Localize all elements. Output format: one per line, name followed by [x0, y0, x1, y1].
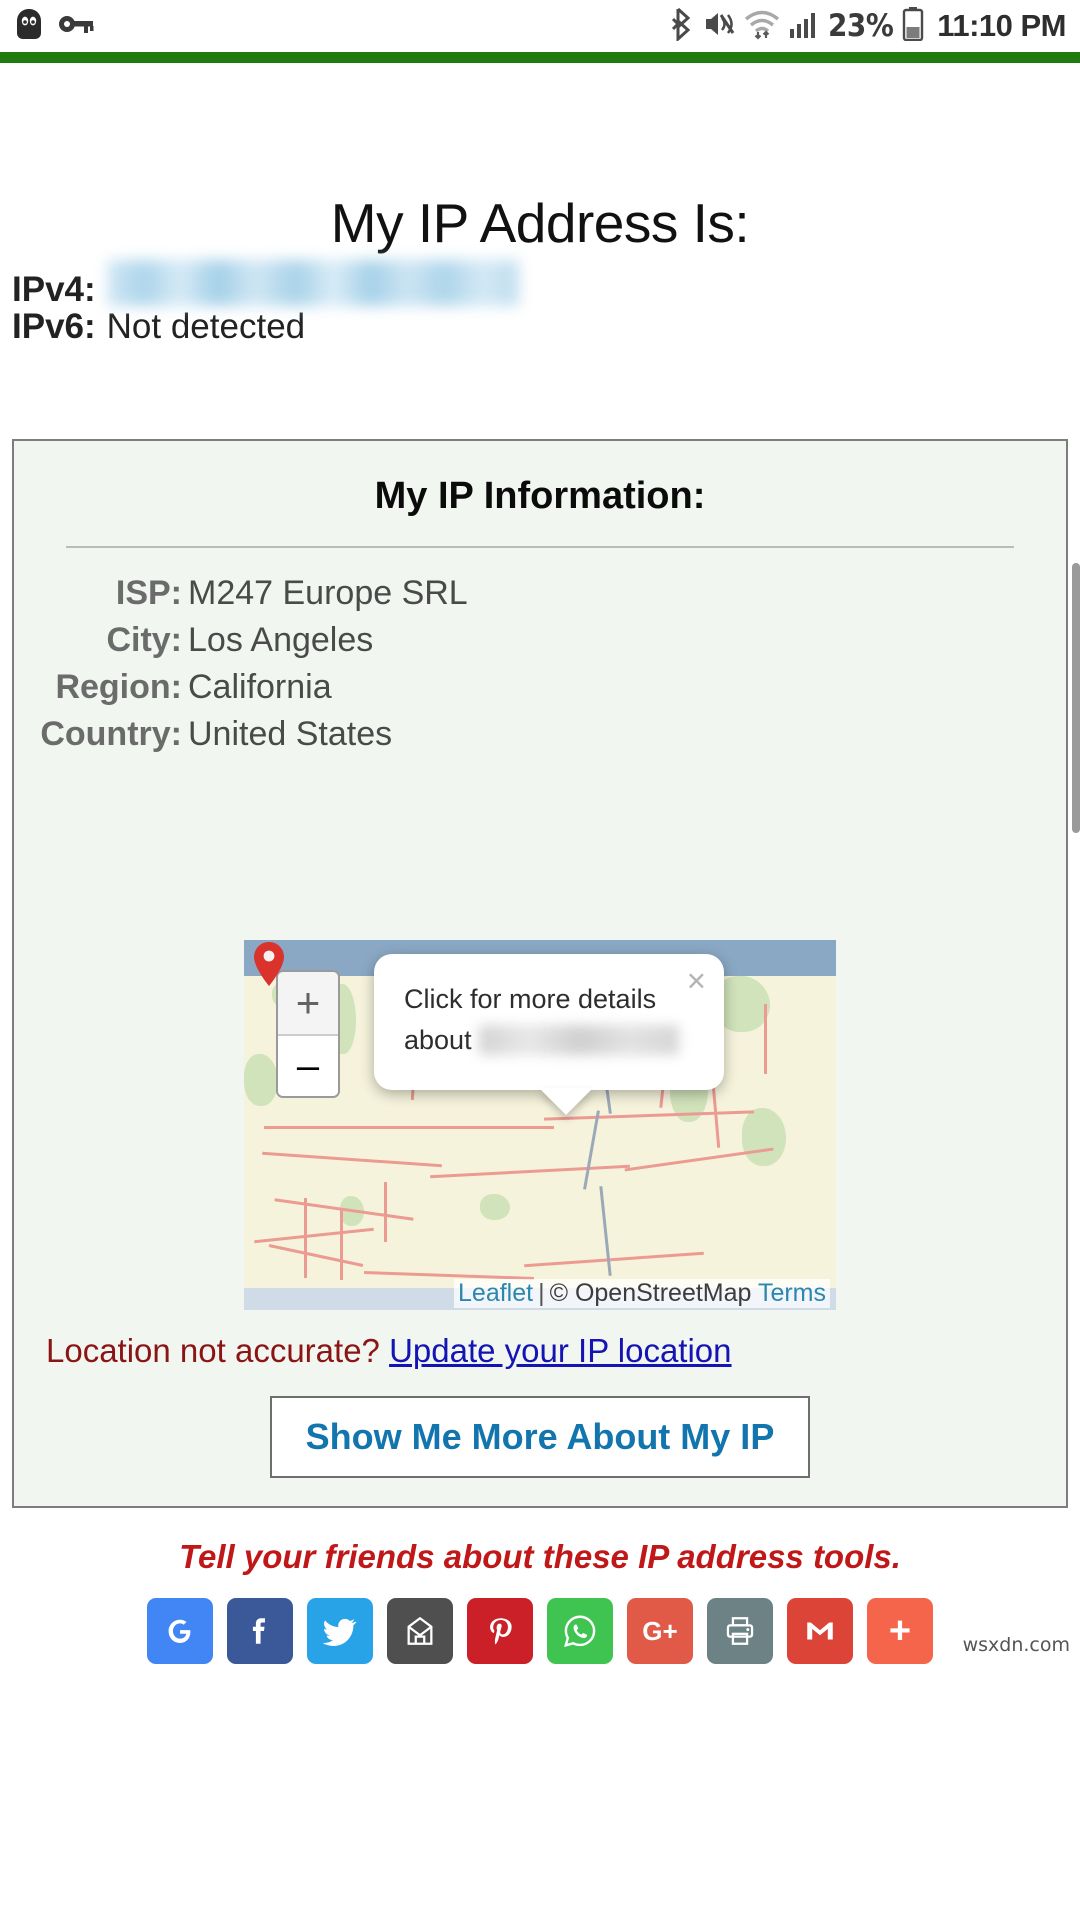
more-share-icon[interactable]: + — [867, 1598, 933, 1664]
mailto-share-icon[interactable] — [387, 1598, 453, 1664]
vpn-key-icon — [58, 12, 94, 41]
map-boundary-line — [583, 1110, 600, 1190]
region-value: California — [188, 668, 332, 706]
location-pin-icon — [254, 942, 284, 986]
page-title: My IP Address Is: — [330, 192, 750, 254]
map-zoom-controls[interactable]: + – — [276, 970, 340, 1098]
cyberghost-vpn-icon — [14, 8, 44, 45]
location-accuracy-prompt: Location not accurate? Update your IP lo… — [38, 1332, 1042, 1370]
leaflet-map[interactable]: + – × Click for more details about Leafl… — [244, 940, 836, 1310]
map-green-area — [244, 1054, 278, 1106]
map-road — [764, 1004, 767, 1074]
popup-ip-redacted — [479, 1025, 680, 1056]
share-button-row: G+ + — [0, 1598, 1080, 1664]
status-bar-left-icons — [14, 8, 94, 45]
map-attribution: Leaflet | © OpenStreetMap Terms — [454, 1279, 830, 1308]
ipv6-row: IPv6: Not detected — [12, 307, 1080, 359]
popup-about-label: about — [404, 1025, 472, 1056]
table-row: Region: California — [38, 668, 1042, 715]
map-road — [384, 1182, 387, 1242]
google-plus-share-icon[interactable]: G+ — [627, 1598, 693, 1664]
twitter-share-icon[interactable] — [307, 1598, 373, 1664]
card-heading: My IP Information: — [374, 475, 706, 517]
card-divider — [66, 546, 1014, 548]
table-row: ISP: M247 Europe SRL — [38, 574, 1042, 621]
not-accurate-label: Location not accurate? — [46, 1332, 380, 1369]
clock-label: 11:10 PM — [937, 8, 1066, 43]
popup-text-line1: Click for more details — [404, 984, 657, 1014]
map-road — [524, 1251, 704, 1268]
green-accent-bar — [0, 52, 1080, 63]
terms-link[interactable]: Terms — [758, 1279, 826, 1307]
google-search-share-icon[interactable] — [147, 1598, 213, 1664]
map-road — [304, 1198, 307, 1278]
city-value: Los Angeles — [188, 621, 374, 659]
popup-text-line2: about — [404, 1019, 694, 1060]
close-icon[interactable]: × — [687, 964, 706, 997]
map-road — [254, 1227, 374, 1244]
facebook-share-icon[interactable] — [227, 1598, 293, 1664]
site-watermark: wsxdn.com — [962, 1634, 1070, 1656]
pinterest-share-icon[interactable] — [467, 1598, 533, 1664]
ipv4-label: IPv4: — [12, 270, 96, 309]
update-ip-location-link[interactable]: Update your IP location — [389, 1332, 731, 1369]
table-row: Country: United States — [38, 715, 1042, 762]
battery-percent-label: 23% — [828, 8, 894, 44]
map-boundary-line — [599, 1186, 612, 1276]
leaflet-link[interactable]: Leaflet — [458, 1279, 533, 1307]
map-road — [430, 1164, 630, 1179]
attribution-separator: | — [538, 1279, 545, 1307]
map-green-area — [480, 1194, 510, 1220]
zoom-in-button[interactable]: + — [278, 972, 338, 1034]
isp-label: ISP: — [115, 574, 182, 612]
map-road — [262, 1151, 442, 1168]
country-value: United States — [188, 715, 393, 753]
osm-credit: © OpenStreetMap — [549, 1279, 752, 1307]
print-share-icon[interactable] — [707, 1598, 773, 1664]
ipv4-row: IPv4: — [12, 255, 1080, 309]
ipv4-value-redacted — [106, 260, 519, 306]
ipv6-label: IPv6: — [12, 307, 96, 346]
wifi-icon — [744, 8, 780, 45]
gmail-share-icon[interactable] — [787, 1598, 853, 1664]
show-more-about-my-ip-button[interactable]: Show Me More About My IP — [269, 1396, 811, 1478]
more-share-label: + — [888, 1609, 912, 1652]
map-road — [340, 1210, 343, 1280]
battery-icon — [902, 6, 924, 46]
bluetooth-icon — [671, 7, 694, 46]
region-label: Region: — [55, 668, 182, 706]
share-tagline: Tell your friends about these IP address… — [179, 1538, 901, 1575]
map-road — [264, 1126, 554, 1129]
whatsapp-share-icon[interactable] — [547, 1598, 613, 1664]
mute-vibrate-icon — [703, 8, 735, 45]
status-bar-right-icons: 23% 11:10 PM — [671, 6, 1066, 46]
map-green-area — [742, 1108, 786, 1166]
ip-information-card: My IP Information: ISP: M247 Europe SRL … — [12, 439, 1068, 1508]
isp-value: M247 Europe SRL — [188, 574, 468, 612]
ip-info-table: ISP: M247 Europe SRL City: Los Angeles R… — [38, 574, 1042, 762]
table-row: City: Los Angeles — [38, 621, 1042, 668]
page-body: My IP Address Is: IPv4: IPv6: Not detect… — [0, 191, 1080, 1664]
google-plus-label: G+ — [642, 1615, 678, 1646]
popup-pointer — [539, 1088, 593, 1116]
map-popup[interactable]: × Click for more details about — [374, 954, 724, 1116]
page-scrollbar[interactable] — [1072, 563, 1080, 833]
map-road — [268, 1244, 364, 1267]
android-status-bar: 23% 11:10 PM — [0, 0, 1080, 52]
city-label: City: — [106, 621, 182, 659]
ipv6-value: Not detected — [106, 307, 306, 346]
country-label: Country: — [40, 715, 182, 753]
cellular-signal-icon — [789, 9, 819, 44]
zoom-out-button[interactable]: – — [278, 1034, 338, 1096]
